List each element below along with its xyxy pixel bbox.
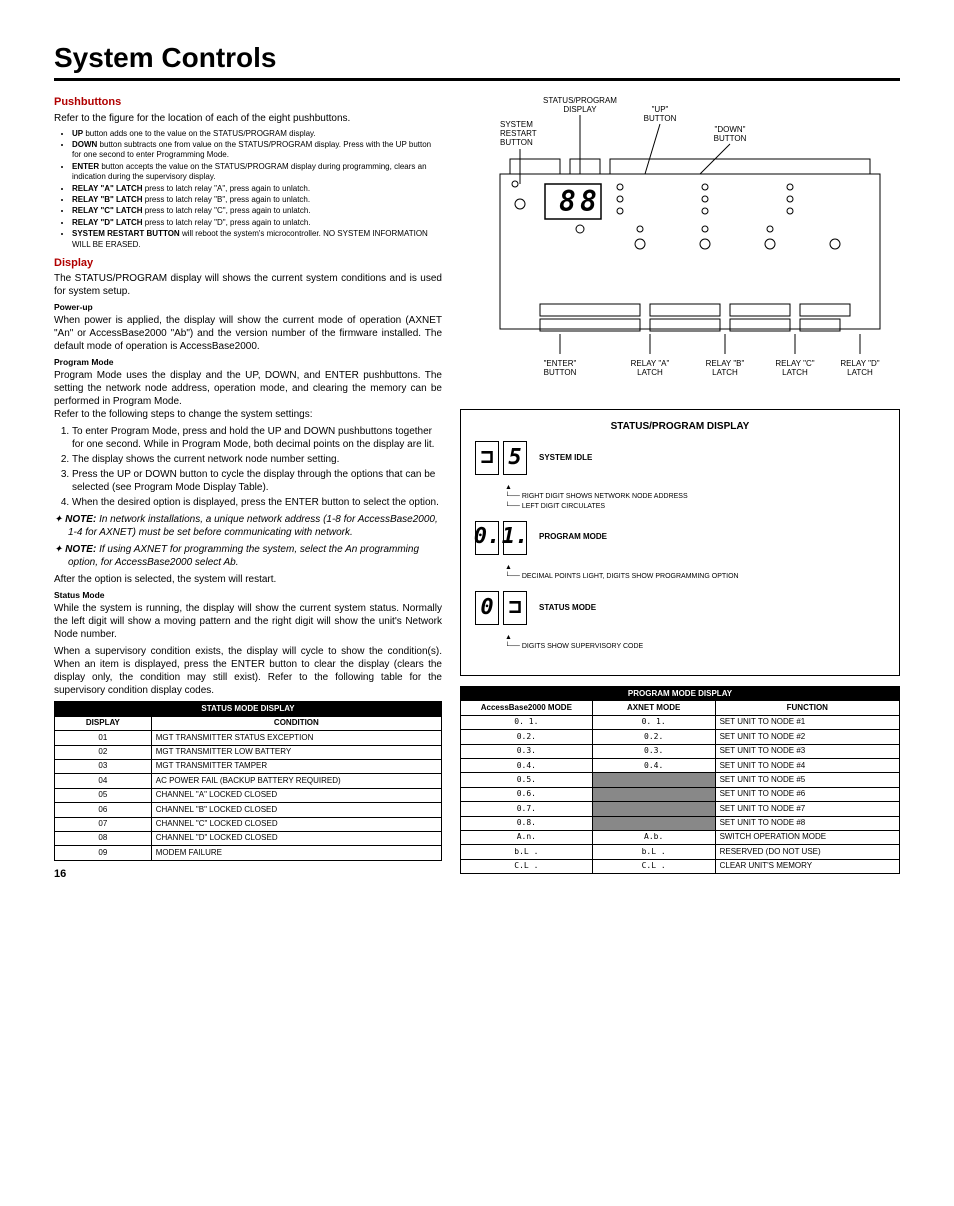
table-row: A.n.A.b.SWITCH OPERATION MODE (461, 830, 900, 844)
pushbutton-item: DOWN button subtracts one from value on … (72, 140, 442, 161)
status-program-box: STATUS/PROGRAM DISPLAY ⊐ 5 SYSTEM IDLE ▲… (460, 409, 900, 676)
table-row: 03MGT TRANSMITTER TAMPER (55, 759, 442, 773)
fig-rb: RELAY "B" (706, 359, 745, 368)
svg-text:RESTART: RESTART (500, 129, 537, 138)
idle-note1: ▲└── RIGHT DIGIT SHOWS NETWORK NODE ADDR… (505, 483, 885, 510)
pushbutton-item: RELAY "D" LATCH press to latch relay "D"… (72, 218, 442, 228)
table-row: 01MGT TRANSMITTER STATUS EXCEPTION (55, 731, 442, 745)
program-step: The display shows the current network no… (72, 453, 442, 466)
fig-sp: STATUS/PROGRAM (543, 96, 617, 105)
svg-text:LATCH: LATCH (712, 368, 738, 377)
table-row: 08CHANNEL "D" LOCKED CLOSED (55, 831, 442, 845)
program-table-h3: FUNCTION (715, 701, 899, 715)
status-mode-text1: While the system is running, the display… (54, 602, 442, 641)
table-row: b.L .b.L .RESERVED (DO NOT USE) (461, 845, 900, 859)
svg-text:8: 8 (580, 185, 597, 218)
table-row: 0.3.0.3.SET UNIT TO NODE #3 (461, 744, 900, 758)
table-row: 04AC POWER FAIL (BACKUP BATTERY REQUIRED… (55, 774, 442, 788)
fig-restart: SYSTEM (500, 120, 533, 129)
program-table-h2: AXNET MODE (592, 701, 715, 715)
status-mode-label: STATUS MODE (539, 603, 596, 613)
table-row: 0.5.SET UNIT TO NODE #5 (461, 773, 900, 787)
pushbutton-item: ENTER button accepts the value on the ST… (72, 162, 442, 183)
program-step: When the desired option is displayed, pr… (72, 496, 442, 509)
fig-enter: "ENTER" (544, 359, 577, 368)
table-row: 0. 1.0. 1.SET UNIT TO NODE #1 (461, 715, 900, 729)
pushbutton-item: RELAY "B" LATCH press to latch relay "B"… (72, 195, 442, 205)
program-mode-heading: Program Mode (54, 357, 442, 368)
title-rule (54, 78, 900, 81)
table-row: 0.7.SET UNIT TO NODE #7 (461, 802, 900, 816)
table-row: 0.6.SET UNIT TO NODE #6 (461, 787, 900, 801)
board-diagram: STATUS/PROGRAM DISPLAY "UP" BUTTON SYSTE… (460, 89, 900, 393)
pushbutton-item: UP button adds one to the value on the S… (72, 129, 442, 139)
table-row: 09MODEM FAILURE (55, 846, 442, 860)
system-idle-label: SYSTEM IDLE (539, 453, 592, 463)
page-number: 16 (54, 867, 442, 881)
program-mode-label: PROGRAM MODE (539, 532, 607, 542)
status-table-h2: CONDITION (151, 716, 441, 730)
idle-right-digit: 5 (503, 441, 527, 475)
note-1: ✦ NOTE: In network installations, a uniq… (68, 513, 442, 539)
program-step: To enter Program Mode, press and hold th… (72, 425, 442, 451)
svg-text:BUTTON: BUTTON (714, 134, 747, 143)
fig-up: "UP" (652, 105, 669, 114)
svg-text:DISPLAY: DISPLAY (563, 105, 597, 114)
program-steps: To enter Program Mode, press and hold th… (72, 425, 442, 509)
table-row: 0.8.SET UNIT TO NODE #8 (461, 816, 900, 830)
pushbutton-item: RELAY "C" LATCH press to latch relay "C"… (72, 206, 442, 216)
fig-rd: RELAY "D" (840, 359, 879, 368)
svg-text:BUTTON: BUTTON (544, 368, 577, 377)
prog-right-digit: 1. (503, 521, 527, 555)
svg-text:BUTTON: BUTTON (644, 114, 677, 123)
pushbutton-item: RELAY "A" LATCH press to latch relay "A"… (72, 184, 442, 194)
note-1-text: In network installations, a unique netwo… (68, 514, 438, 538)
stat-note: ▲└── DIGITS SHOW SUPERVISORY CODE (505, 633, 885, 651)
display-heading: Display (54, 256, 442, 270)
table-row: 05CHANNEL "A" LOCKED CLOSED (55, 788, 442, 802)
note-2-text: If using AXNET for programming the syste… (68, 544, 419, 568)
table-row: 0.2.0.2.SET UNIT TO NODE #2 (461, 730, 900, 744)
status-mode-heading: Status Mode (54, 590, 442, 601)
svg-text:LATCH: LATCH (847, 368, 873, 377)
pushbuttons-heading: Pushbuttons (54, 95, 442, 109)
note-2: ✦ NOTE: If using AXNET for programming t… (68, 543, 442, 569)
table-row: 07CHANNEL "C" LOCKED CLOSED (55, 817, 442, 831)
program-table-h1: AccessBase2000 MODE (461, 701, 593, 715)
status-mode-text2: When a supervisory condition exists, the… (54, 645, 442, 697)
status-table-h1: DISPLAY (55, 716, 152, 730)
prog-left-digit: 0. (475, 521, 499, 555)
program-mode-text1: Program Mode uses the display and the UP… (54, 369, 442, 408)
fig-ra: RELAY "A" (631, 359, 670, 368)
display-intro: The STATUS/PROGRAM display will shows th… (54, 272, 442, 298)
fig-down: "DOWN" (714, 125, 745, 134)
pushbuttons-list: UP button adds one to the value on the S… (72, 129, 442, 250)
table-row: 06CHANNEL "B" LOCKED CLOSED (55, 803, 442, 817)
idle-left-digit: ⊐ (475, 441, 499, 475)
fig-rc: RELAY "C" (775, 359, 814, 368)
prog-note: ▲└── DECIMAL POINTS LIGHT, DIGITS SHOW P… (505, 563, 885, 581)
after-option: After the option is selected, the system… (54, 573, 442, 586)
page-title: System Controls (54, 40, 900, 76)
table-row: C.L .C.L .CLEAR UNIT'S MEMORY (461, 859, 900, 873)
svg-text:BUTTON: BUTTON (500, 138, 533, 147)
table-row: 0.4.0.4.SET UNIT TO NODE #4 (461, 759, 900, 773)
status-mode-table: STATUS MODE DISPLAY DISPLAY CONDITION 01… (54, 701, 442, 860)
svg-text:8: 8 (559, 185, 576, 218)
svg-text:LATCH: LATCH (637, 368, 663, 377)
stat-left-digit: 0 (475, 591, 499, 625)
powerup-text: When power is applied, the display will … (54, 314, 442, 353)
program-step: Press the UP or DOWN button to cycle the… (72, 468, 442, 494)
program-mode-text2: Refer to the following steps to change t… (54, 408, 442, 421)
powerup-heading: Power-up (54, 302, 442, 313)
sp-title: STATUS/PROGRAM DISPLAY (475, 420, 885, 433)
status-table-title: STATUS MODE DISPLAY (55, 702, 442, 716)
pushbutton-item: SYSTEM RESTART BUTTON will reboot the sy… (72, 229, 442, 250)
svg-text:LATCH: LATCH (782, 368, 808, 377)
stat-right-digit: ⊐ (503, 591, 527, 625)
pushbuttons-intro: Refer to the figure for the location of … (54, 112, 442, 125)
table-row: 02MGT TRANSMITTER LOW BATTERY (55, 745, 442, 759)
program-table-title: PROGRAM MODE DISPLAY (461, 687, 900, 701)
program-mode-table: PROGRAM MODE DISPLAY AccessBase2000 MODE… (460, 686, 900, 874)
